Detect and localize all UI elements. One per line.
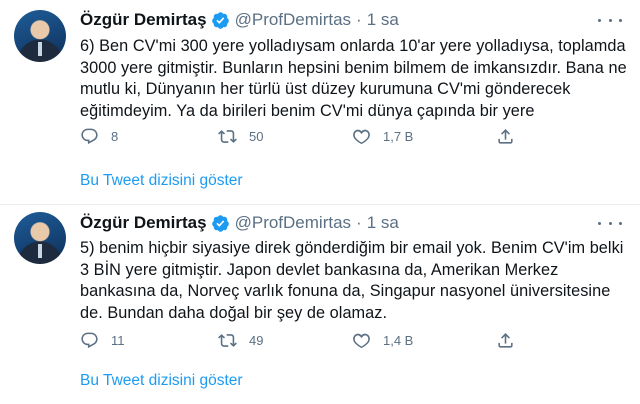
like-button[interactable]: 1,4 B (352, 328, 413, 352)
share-button[interactable] (496, 124, 515, 148)
reply-icon (81, 128, 98, 144)
verified-badge-icon (211, 11, 229, 29)
divider (0, 204, 640, 205)
like-button[interactable]: 1,7 B (352, 124, 413, 148)
separator-dot: · (356, 213, 362, 232)
action-bar: 8 50 1,7 B (80, 124, 513, 148)
reply-count: 8 (111, 128, 119, 144)
retweet-count: 49 (249, 332, 264, 348)
reply-button[interactable]: 11 (80, 328, 125, 352)
separator-dot: · (356, 10, 362, 29)
retweet-icon (218, 129, 237, 143)
share-button[interactable] (496, 328, 515, 352)
reply-button[interactable]: 8 (80, 124, 118, 148)
like-count: 1,7 B (383, 128, 414, 144)
author-handle[interactable]: @ProfDemirtas (235, 10, 351, 30)
share-icon (498, 128, 513, 144)
retweet-count: 50 (249, 128, 264, 144)
tweet-header: Özgür Demirtaş @ProfDemirtas · 1 sa (80, 211, 399, 235)
retweet-button[interactable]: 49 (218, 328, 263, 352)
timestamp[interactable]: 1 sa (367, 213, 399, 233)
author-handle[interactable]: @ProfDemirtas (235, 213, 351, 233)
reply-count: 11 (111, 332, 125, 348)
tweet-header: Özgür Demirtaş @ProfDemirtas · 1 sa (80, 8, 399, 32)
tweet[interactable]: Özgür Demirtaş @ProfDemirtas · 1 sa 5) b… (0, 206, 640, 404)
tweet-text: 5) benim hiçbir siyasiye direk gönderdiğ… (80, 239, 624, 322)
share-icon (498, 332, 513, 348)
show-thread-link[interactable]: Bu Tweet dizisini göster (80, 172, 243, 190)
tweet[interactable]: Özgür Demirtaş @ProfDemirtas · 1 sa 6) B… (0, 0, 640, 206)
like-count: 1,4 B (383, 332, 414, 348)
more-icon[interactable] (598, 215, 622, 231)
tweet-text: 6) Ben CV'mi 300 yere yolladıysam onlard… (80, 37, 627, 120)
show-thread-link[interactable]: Bu Tweet dizisini göster (80, 372, 243, 390)
like-icon (353, 333, 370, 348)
more-icon[interactable] (598, 12, 622, 28)
retweet-button[interactable]: 50 (218, 124, 263, 148)
retweet-icon (218, 333, 237, 347)
author-name[interactable]: Özgür Demirtaş (80, 10, 207, 30)
avatar[interactable] (14, 10, 66, 62)
avatar[interactable] (14, 212, 66, 264)
timestamp[interactable]: 1 sa (367, 10, 399, 30)
reply-icon (81, 332, 98, 348)
author-name[interactable]: Özgür Demirtaş (80, 213, 207, 233)
action-bar: 11 49 1,4 B (80, 328, 513, 352)
verified-badge-icon (211, 214, 229, 232)
like-icon (353, 129, 370, 144)
